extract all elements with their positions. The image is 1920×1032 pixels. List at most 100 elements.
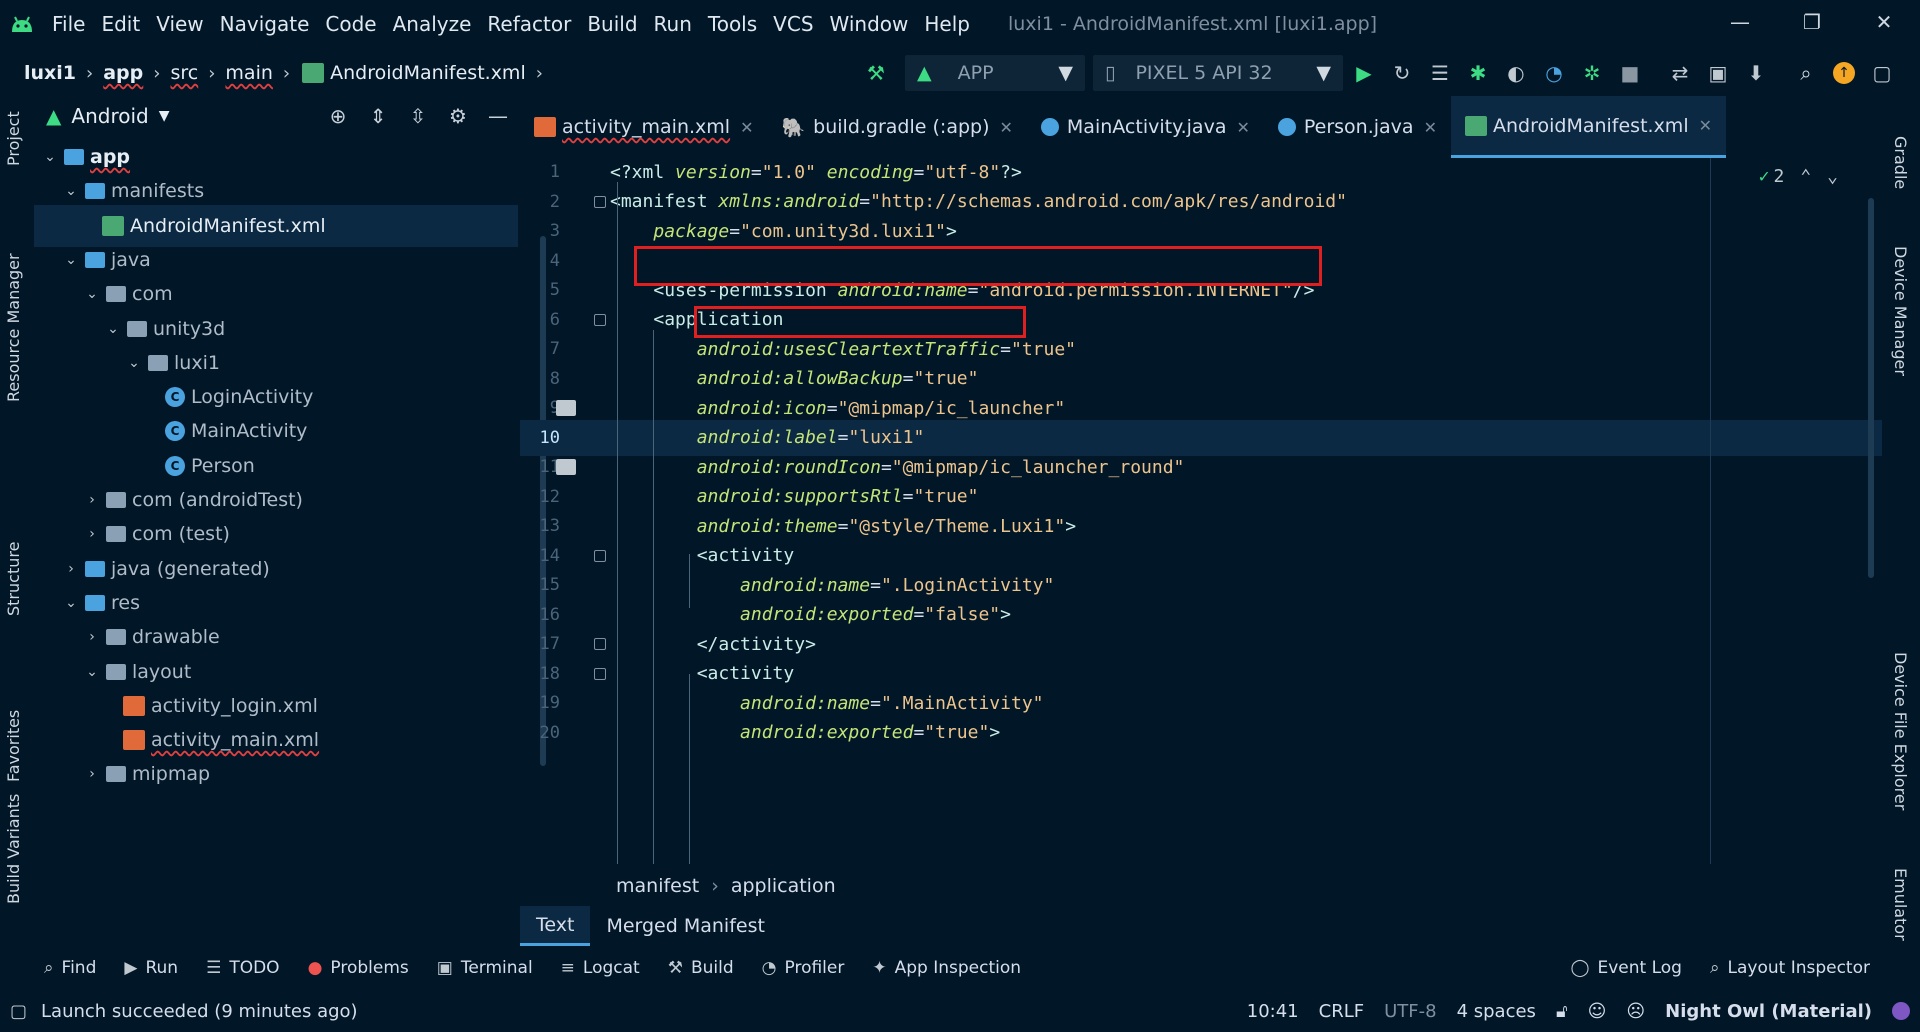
gear-icon[interactable]: ⚙	[438, 104, 478, 128]
theme-name[interactable]: Night Owl (Material)	[1665, 1001, 1872, 1022]
cursor-position[interactable]: 10:41	[1247, 1001, 1299, 1022]
close-button[interactable]: ✕	[1848, 0, 1920, 44]
line-separator[interactable]: CRLF	[1319, 1001, 1364, 1022]
chevron-down-icon[interactable]: ⌄	[61, 252, 81, 268]
sync-gradle-icon[interactable]: ⇄	[1663, 55, 1697, 91]
crumb-file[interactable]: AndroidManifest.xml	[330, 62, 526, 84]
stop-icon[interactable]: ■	[1613, 55, 1647, 91]
close-icon[interactable]: ✕	[1000, 118, 1013, 137]
profile-icon[interactable]: ◔	[1537, 55, 1571, 91]
chevron-down-icon[interactable]: ⌄	[1827, 166, 1838, 187]
tool-gradle[interactable]: Gradle	[1891, 136, 1910, 189]
attach-debugger-icon[interactable]: ✲	[1575, 55, 1609, 91]
tool-event-log[interactable]: ◯ Event Log	[1570, 958, 1682, 978]
device-select[interactable]: ▯ PIXEL 5 API 32 ▼	[1093, 55, 1343, 91]
close-icon[interactable]: ✕	[1424, 118, 1437, 137]
fold-marker-icon[interactable]	[594, 638, 606, 650]
chevron-up-icon[interactable]: ⌃	[1800, 166, 1811, 187]
close-icon[interactable]: ✕	[740, 118, 753, 137]
chevron-right-icon[interactable]: ›	[82, 766, 102, 782]
file-encoding[interactable]: UTF-8	[1384, 1001, 1436, 1022]
breadcrumb-application[interactable]: application	[731, 875, 836, 897]
tab-android-manifest[interactable]: AndroidManifest.xml ✕	[1450, 96, 1727, 158]
tab-activity-main[interactable]: activity_main.xml ✕	[520, 96, 767, 158]
fold-marker-icon[interactable]	[594, 313, 606, 326]
menu-file[interactable]: File	[44, 12, 93, 36]
code-line[interactable]: 20 android:exported="true">	[520, 715, 1882, 751]
panel-toggle-icon[interactable]: ▢	[10, 1001, 27, 1022]
menu-edit[interactable]: Edit	[93, 12, 148, 36]
menu-build[interactable]: Build	[579, 12, 645, 36]
tool-profiler[interactable]: ◔ Profiler	[762, 958, 845, 978]
tool-layout-inspector[interactable]: ⌕ Layout Inspector	[1710, 958, 1870, 978]
tool-app-inspection[interactable]: ✦ App Inspection	[872, 958, 1021, 978]
tool-find[interactable]: ⌕ Find	[44, 958, 96, 978]
user-icon[interactable]: ▢	[1865, 55, 1899, 91]
tool-terminal[interactable]: ▣ Terminal	[437, 958, 533, 978]
menu-vcs[interactable]: VCS	[765, 12, 821, 36]
chevron-down-icon[interactable]: ⌄	[103, 321, 123, 337]
menu-window[interactable]: Window	[822, 12, 917, 36]
tool-structure[interactable]: Structure	[4, 542, 23, 616]
close-icon[interactable]: ✕	[1699, 116, 1712, 135]
apply-code-changes-icon[interactable]: ☰	[1423, 55, 1457, 91]
tab-main-activity[interactable]: MainActivity.java ✕	[1027, 96, 1264, 158]
crumb-project[interactable]: luxi1	[24, 62, 76, 84]
crumb-src[interactable]: src	[170, 62, 198, 84]
menu-analyze[interactable]: Analyze	[385, 12, 480, 36]
menu-refactor[interactable]: Refactor	[479, 12, 579, 36]
tool-device-file-explorer[interactable]: Device File Explorer	[1891, 652, 1910, 810]
sdk-manager-icon[interactable]: ⬇	[1739, 55, 1773, 91]
menu-help[interactable]: Help	[916, 12, 978, 36]
tree-item[interactable]: › mipmap	[34, 753, 518, 795]
crumb-main[interactable]: main	[225, 62, 272, 84]
chevron-right-icon[interactable]: ›	[82, 526, 102, 542]
restore-button[interactable]: ❐	[1776, 0, 1848, 44]
image-preview-icon[interactable]	[556, 400, 576, 416]
tool-device-manager[interactable]: Device Manager	[1891, 246, 1910, 376]
hide-icon[interactable]: —	[478, 104, 518, 128]
chevron-down-icon[interactable]: ⌄	[61, 595, 81, 611]
tool-build[interactable]: ⚒ Build	[668, 958, 734, 978]
expand-all-icon[interactable]: ⇕	[358, 104, 398, 128]
lock-icon[interactable]: 🔓︎	[1556, 1001, 1568, 1022]
hammer-icon[interactable]: ⚒	[859, 55, 893, 91]
chevron-right-icon[interactable]: ›	[61, 561, 81, 577]
menu-tools[interactable]: Tools	[700, 12, 765, 36]
code-editor[interactable]: 1 <?xml version="1.0" encoding="utf-8"?> 2…	[520, 158, 1882, 864]
inspection-widget[interactable]: ✓ 2 ⌃ ⌄	[1759, 166, 1838, 187]
chevron-down-icon[interactable]: ⌄	[82, 664, 102, 680]
tool-favorites[interactable]: Favorites	[4, 710, 23, 782]
tool-resource-manager[interactable]: Resource Manager	[4, 253, 23, 402]
crumb-module[interactable]: app	[103, 62, 143, 84]
fold-marker-icon[interactable]	[594, 667, 606, 680]
smile-icon[interactable]: ☺	[1588, 1001, 1607, 1022]
tool-logcat[interactable]: ≡ Logcat	[561, 958, 640, 978]
collapse-all-icon[interactable]: ⇳	[398, 104, 438, 128]
breadcrumb-manifest[interactable]: manifest	[616, 875, 699, 897]
update-icon[interactable]: ↑	[1827, 55, 1861, 91]
avd-manager-icon[interactable]: ▣	[1701, 55, 1735, 91]
chevron-down-icon[interactable]: ⌄	[61, 183, 81, 199]
tab-build-gradle[interactable]: 🐘 build.gradle (:app) ✕	[767, 96, 1026, 158]
tab-text[interactable]: Text	[520, 906, 591, 946]
close-icon[interactable]: ✕	[1236, 118, 1249, 137]
menu-view[interactable]: View	[148, 12, 211, 36]
tool-build-variants[interactable]: Build Variants	[4, 794, 23, 904]
coverage-icon[interactable]: ◐	[1499, 55, 1533, 91]
tab-person[interactable]: Person.java ✕	[1264, 96, 1451, 158]
fold-marker-icon[interactable]	[594, 549, 606, 562]
run-icon[interactable]: ▶	[1347, 55, 1381, 91]
chevron-right-icon[interactable]: ›	[82, 492, 102, 508]
indent-setting[interactable]: 4 spaces	[1457, 1001, 1536, 1022]
debug-icon[interactable]: ✱	[1461, 55, 1495, 91]
fold-marker-icon[interactable]	[594, 195, 606, 208]
status-message[interactable]: Launch succeeded (9 minutes ago)	[41, 1001, 358, 1022]
locate-icon[interactable]: ⊕	[318, 104, 358, 128]
tool-project[interactable]: Project	[4, 111, 23, 166]
menu-run[interactable]: Run	[646, 12, 700, 36]
chevron-right-icon[interactable]: ›	[82, 629, 102, 645]
tool-run[interactable]: ▶ Run	[124, 958, 178, 978]
tab-merged-manifest[interactable]: Merged Manifest	[590, 906, 781, 946]
tool-todo[interactable]: ☰ TODO	[206, 958, 280, 978]
